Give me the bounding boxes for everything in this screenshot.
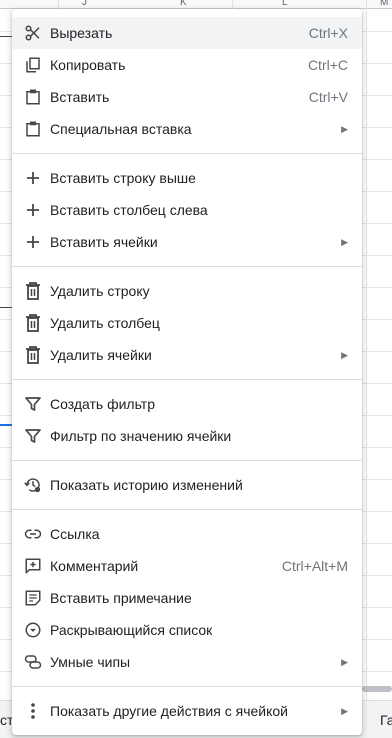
menu-item-label: Вставить ячейки: [50, 234, 158, 250]
menu-item-label: Удалить столбец: [50, 315, 160, 331]
menu-separator: [12, 686, 362, 687]
menu-item-label: Специальная вставка: [50, 121, 192, 137]
submenu-arrow-icon: ▶: [341, 656, 348, 667]
menu-item-shortcut: Ctrl+X: [308, 25, 348, 41]
menu-separator: [12, 460, 362, 461]
menu-separator: [12, 153, 362, 154]
history-icon: [24, 476, 42, 494]
menu-item-label: Ссылка: [50, 526, 100, 542]
submenu-arrow-icon: ▶: [341, 705, 348, 716]
column-header-j[interactable]: J: [82, 0, 87, 8]
trash-icon: [24, 282, 42, 300]
column-header-k[interactable]: K: [180, 0, 187, 8]
menu-item-insert-cells[interactable]: Вставить ячейки ▶: [12, 226, 362, 258]
menu-item-label: Показать историю изменений: [50, 477, 243, 493]
menu-item-label: Вставить примечание: [50, 590, 192, 606]
add-comment-icon: [24, 557, 42, 575]
menu-item-delete-row[interactable]: Удалить строку: [12, 275, 362, 307]
dropdown-icon: [24, 621, 42, 639]
filter-icon: [24, 395, 42, 413]
menu-item-label: Показать другие действия с ячейкой: [50, 703, 288, 719]
menu-item-insert-row-above[interactable]: Вставить строку выше: [12, 162, 362, 194]
filter-icon: [24, 427, 42, 445]
menu-separator: [12, 266, 362, 267]
menu-item-label: Фильтр по значению ячейки: [50, 428, 232, 444]
column-header-l[interactable]: L: [282, 0, 288, 8]
menu-item-paste[interactable]: Вставить Ctrl+V: [12, 81, 362, 113]
clipboard-icon: [24, 120, 42, 138]
menu-item-label: Вставить: [50, 89, 110, 105]
menu-item-insert-column-left[interactable]: Вставить столбец слева: [12, 194, 362, 226]
menu-item-show-edit-history[interactable]: Показать историю изменений: [12, 469, 362, 501]
menu-item-shortcut: Ctrl+C: [307, 57, 348, 73]
menu-item-delete-cells[interactable]: Удалить ячейки ▶: [12, 339, 362, 371]
trash-icon: [24, 346, 42, 364]
submenu-arrow-icon: ▶: [341, 236, 348, 247]
link-icon: [24, 525, 42, 543]
menu-item-label: Вырезать: [50, 25, 113, 41]
menu-item-label: Вставить строку выше: [50, 170, 196, 186]
menu-item-comment[interactable]: Комментарий Ctrl+Alt+M: [12, 550, 362, 582]
note-icon: [24, 589, 42, 607]
selected-cell-border: [0, 424, 12, 426]
smart-chip-icon: [24, 653, 42, 671]
menu-item-shortcut: Ctrl+Alt+M: [281, 558, 348, 574]
copy-icon: [24, 56, 42, 74]
menu-item-shortcut: Ctrl+V: [308, 89, 348, 105]
menu-item-label: Умные чипы: [50, 654, 131, 670]
cell-context-menu: Вырезать Ctrl+X Копировать Ctrl+C Встави…: [12, 9, 362, 735]
submenu-arrow-icon: ▶: [341, 123, 348, 134]
cell-border: [0, 307, 12, 308]
column-header-m[interactable]: M: [380, 0, 388, 8]
menu-separator: [12, 509, 362, 510]
menu-item-label: Создать фильтр: [50, 396, 155, 412]
sheet-tab-right[interactable]: Га: [380, 712, 392, 728]
menu-item-create-filter[interactable]: Создать фильтр: [12, 388, 362, 420]
menu-item-link[interactable]: Ссылка: [12, 518, 362, 550]
grid-line: [366, 0, 367, 737]
menu-item-copy[interactable]: Копировать Ctrl+C: [12, 49, 362, 81]
menu-item-smart-chips[interactable]: Умные чипы ▶: [12, 646, 362, 678]
horizontal-scrollbar[interactable]: [362, 686, 392, 692]
menu-item-label: Копировать: [50, 57, 126, 73]
plus-icon: [24, 169, 42, 187]
scissors-icon: [24, 24, 42, 42]
menu-item-paste-special[interactable]: Специальная вставка ▶: [12, 113, 362, 145]
menu-item-label: Раскрывающийся список: [50, 622, 213, 638]
menu-item-more-cell-actions[interactable]: Показать другие действия с ячейкой ▶: [12, 695, 362, 727]
submenu-arrow-icon: ▶: [341, 349, 348, 360]
plus-icon: [24, 201, 42, 219]
menu-item-label: Вставить столбец слева: [50, 202, 208, 218]
plus-icon: [24, 233, 42, 251]
menu-item-delete-column[interactable]: Удалить столбец: [12, 307, 362, 339]
menu-item-label: Удалить строку: [50, 283, 150, 299]
trash-icon: [24, 314, 42, 332]
menu-item-insert-note[interactable]: Вставить примечание: [12, 582, 362, 614]
menu-item-label: Удалить ячейки: [50, 347, 152, 363]
menu-item-cut[interactable]: Вырезать Ctrl+X: [12, 17, 362, 49]
clipboard-icon: [24, 88, 42, 106]
more-vert-icon: [24, 702, 42, 720]
cell-border: [0, 36, 12, 37]
menu-item-label: Комментарий: [50, 558, 139, 574]
menu-item-filter-by-cell-value[interactable]: Фильтр по значению ячейки: [12, 420, 362, 452]
menu-item-dropdown-list[interactable]: Раскрывающийся список: [12, 614, 362, 646]
menu-separator: [12, 379, 362, 380]
